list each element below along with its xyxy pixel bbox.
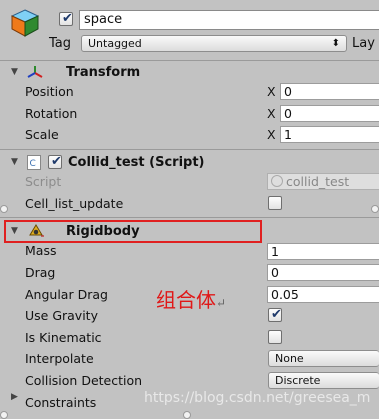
transform-title: Transform [66,65,141,80]
checkmark-icon: ✔ [51,154,62,169]
scale-x-field[interactable]: 1 [280,126,379,143]
interpolate-label: Interpolate [25,351,94,366]
use-gravity-checkbox[interactable]: ✔ [268,308,282,322]
collision-detection-label: Collision Detection [25,373,143,388]
tag-label: Tag [49,36,72,51]
foldout-arrow-icon[interactable]: ▼ [11,152,18,173]
foldout-arrow-icon[interactable]: ▼ [11,62,18,83]
return-mark-icon: ↵ [216,296,227,310]
tag-dropdown[interactable]: Untagged ⬍ [81,35,347,52]
script-label: Script [25,174,62,189]
rotation-x-field[interactable]: 0 [280,105,379,122]
active-checkbox[interactable]: ✔ [59,12,73,26]
divider [0,60,379,61]
watermark: https://blog.csdn.net/greesea_m [144,390,371,406]
script-component-title: Collid_test (Script) [68,155,205,170]
cell-list-update-checkbox[interactable] [268,196,282,210]
transform-header[interactable]: ▼ Transform [0,62,379,83]
use-gravity-label: Use Gravity [25,308,98,323]
is-kinematic-checkbox[interactable] [268,330,282,344]
script-reference-icon [271,175,283,187]
constraints-label[interactable]: Constraints [25,395,96,411]
transform-axes-icon [27,65,43,82]
cell-list-update-label: Cell_list_update [25,196,124,211]
interpolate-dropdown[interactable]: None [268,350,379,367]
tag-value: Untagged [88,37,142,50]
annotation-text: 组合体↵ [156,284,226,313]
mass-field[interactable]: 1 [267,243,379,260]
foldout-arrow-icon[interactable]: ▶ [11,387,18,408]
collision-detection-dropdown[interactable]: Discrete [268,372,379,389]
script-enabled-checkbox[interactable]: ✔ [48,155,62,169]
rigidbody-highlight-box [4,220,262,243]
resize-handle[interactable] [0,205,8,213]
layer-label: Lay [352,36,375,51]
is-kinematic-label: Is Kinematic [25,330,102,345]
script-reference-field: collid_test [267,173,379,190]
scale-x-axis: X [267,127,276,142]
position-x-field[interactable]: 0 [280,83,379,100]
rotation-label: Rotation [25,106,78,121]
angular-drag-field[interactable]: 0.05 [267,286,379,303]
scale-label: Scale [25,127,59,142]
rotation-x-axis: X [267,106,276,121]
script-reference-value: collid_test [286,174,350,189]
drag-label: Drag [25,265,56,280]
drag-field[interactable]: 0 [267,264,379,281]
resize-handle[interactable] [371,205,379,213]
script-icon: C [27,155,41,170]
updown-arrows-icon: ⬍ [331,38,340,49]
position-label: Position [25,84,74,99]
gameobject-cube-icon[interactable] [10,8,40,38]
angular-drag-label: Angular Drag [25,287,108,302]
position-x-axis: X [267,84,276,99]
script-component-header[interactable]: ▼ C ✔ Collid_test (Script) [0,152,379,173]
mass-label: Mass [25,243,57,258]
divider [0,217,379,218]
annotation-label: 组合体 [156,288,216,312]
svg-text:C: C [30,159,36,169]
object-name-input[interactable]: space [79,10,379,30]
divider [0,149,379,150]
checkmark-icon: ✔ [62,11,73,26]
checkmark-icon: ✔ [271,307,282,322]
